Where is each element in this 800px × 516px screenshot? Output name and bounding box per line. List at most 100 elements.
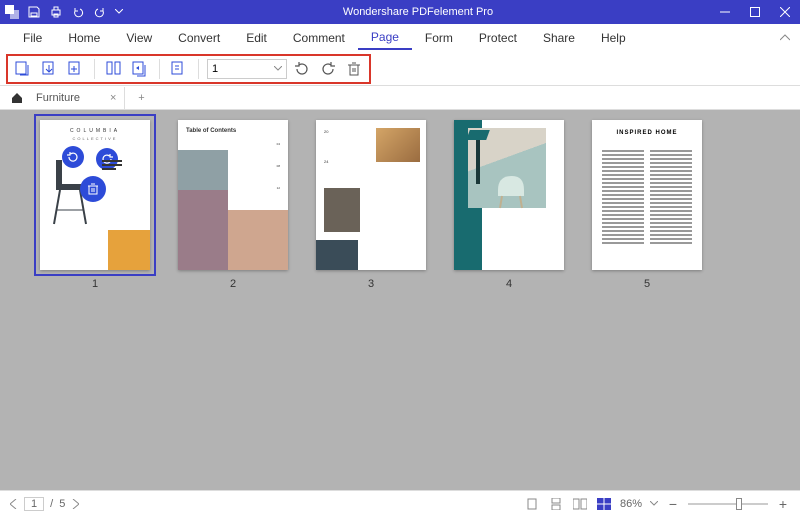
color-block: [178, 190, 228, 270]
image-block: [376, 128, 420, 162]
toc-num: 04: [277, 142, 280, 146]
page-thumbnail-5[interactable]: INSPIRED HOME: [592, 120, 702, 270]
rotate-ccw-icon[interactable]: [291, 58, 313, 80]
thumb-col-4: 4: [454, 120, 564, 290]
page-thumbnail-2[interactable]: Table of Contents 04 08 12: [178, 120, 288, 270]
menu-file[interactable]: File: [10, 27, 55, 49]
collapse-ribbon-icon[interactable]: [780, 34, 790, 42]
zoom-slider[interactable]: [688, 503, 768, 505]
menu-home[interactable]: Home: [55, 27, 113, 49]
thumb-label: 5: [644, 278, 650, 290]
view-two-page-icon[interactable]: [572, 497, 588, 511]
thumb-col-3: 20 24 28 3: [316, 120, 426, 290]
text-lines: [102, 158, 122, 172]
image-block: [178, 150, 228, 190]
lamp-shade: [466, 130, 490, 140]
delete-page-icon[interactable]: [343, 58, 365, 80]
minimize-button[interactable]: [710, 0, 740, 24]
thumb-label: 4: [506, 278, 512, 290]
redo-icon[interactable]: [90, 2, 110, 22]
menu-view[interactable]: View: [113, 27, 165, 49]
thumb-col-1: COLUMBIA COLLECTIVE 1: [40, 120, 150, 290]
image-block: [324, 188, 360, 232]
maximize-button[interactable]: [740, 0, 770, 24]
zoom-in-button[interactable]: +: [776, 496, 790, 512]
page-current-input[interactable]: 1: [24, 497, 44, 511]
undo-icon[interactable]: [68, 2, 88, 22]
page-number-input[interactable]: 1: [207, 59, 287, 79]
zoom-out-button[interactable]: −: [666, 496, 680, 512]
color-block: [316, 240, 358, 270]
zoom-slider-thumb[interactable]: [736, 498, 742, 510]
page-thumbnail-grid: COLUMBIA COLLECTIVE 1 Table of Contents …: [0, 110, 800, 490]
lamp-graphic: [476, 134, 480, 184]
new-tab-button[interactable]: +: [131, 92, 151, 104]
quick-access: [0, 2, 126, 22]
home-icon[interactable]: [8, 92, 26, 104]
delete-overlay-icon[interactable]: [80, 176, 106, 202]
toc-num: 24: [324, 160, 328, 164]
chevron-down-icon: [274, 66, 282, 72]
qat-dropdown-icon[interactable]: [112, 2, 126, 22]
chair-graphic: [494, 170, 534, 210]
thumb-text: INSPIRED HOME: [592, 130, 702, 136]
zoom-dropdown-icon[interactable]: [650, 501, 658, 507]
window-controls: [710, 0, 800, 24]
page-boxes-icon[interactable]: [12, 58, 34, 80]
tab-label: Furniture: [36, 92, 80, 104]
prev-page-icon[interactable]: [10, 499, 18, 509]
separator: [159, 59, 160, 79]
page-thumbnail-1[interactable]: COLUMBIA COLLECTIVE: [40, 120, 150, 270]
text-column: [602, 148, 644, 246]
document-tab[interactable]: Furniture ×: [26, 87, 125, 109]
text-column: [650, 148, 692, 246]
view-single-icon[interactable]: [524, 497, 540, 511]
menu-help[interactable]: Help: [588, 27, 639, 49]
view-thumbnails-icon[interactable]: [596, 497, 612, 511]
rotate-cw-icon[interactable]: [317, 58, 339, 80]
thumb-text: Table of Contents: [186, 128, 236, 134]
page-thumbnail-4[interactable]: [454, 120, 564, 270]
toc-num: 08: [277, 164, 280, 168]
thumb-text: COLLECTIVE: [40, 136, 150, 141]
page-labels-icon[interactable]: [168, 58, 190, 80]
separator: [94, 59, 95, 79]
insert-page-icon[interactable]: [64, 58, 86, 80]
thumb-col-5: INSPIRED HOME 5: [592, 120, 702, 290]
thumb-label: 3: [368, 278, 374, 290]
next-page-icon[interactable]: [71, 499, 79, 509]
zoom-percent[interactable]: 86%: [620, 498, 642, 510]
extract-page-icon[interactable]: [38, 58, 60, 80]
window-title: Wondershare PDFelement Pro: [126, 6, 710, 18]
page-sep: /: [50, 498, 53, 510]
page-thumbnail-3[interactable]: 20 24 28: [316, 120, 426, 270]
color-block: [108, 230, 150, 270]
titlebar: Wondershare PDFelement Pro: [0, 0, 800, 24]
menu-convert[interactable]: Convert: [165, 27, 233, 49]
thumb-text: COLUMBIA: [40, 128, 150, 134]
page-toolbar: 1: [0, 52, 800, 86]
document-tabbar: Furniture × +: [0, 86, 800, 110]
thumb-col-2: Table of Contents 04 08 12 2: [178, 120, 288, 290]
page-number-value: 1: [212, 63, 218, 75]
split-page-icon[interactable]: [103, 58, 125, 80]
menubar: File Home View Convert Edit Comment Page…: [0, 24, 800, 52]
print-icon[interactable]: [46, 2, 66, 22]
menu-protect[interactable]: Protect: [466, 27, 530, 49]
tab-close-icon[interactable]: ×: [110, 92, 116, 104]
rotate-ccw-overlay-icon[interactable]: [62, 146, 84, 168]
close-button[interactable]: [770, 0, 800, 24]
replace-page-icon[interactable]: [129, 58, 151, 80]
separator: [198, 59, 199, 79]
thumb-label: 1: [92, 278, 98, 290]
view-continuous-icon[interactable]: [548, 497, 564, 511]
menu-edit[interactable]: Edit: [233, 27, 280, 49]
menu-share[interactable]: Share: [530, 27, 588, 49]
toc-num: 12: [277, 186, 280, 190]
menu-page[interactable]: Page: [358, 26, 412, 50]
save-icon[interactable]: [24, 2, 44, 22]
page-total: 5: [59, 498, 65, 510]
thumb-label: 2: [230, 278, 236, 290]
menu-form[interactable]: Form: [412, 27, 466, 49]
menu-comment[interactable]: Comment: [280, 27, 358, 49]
